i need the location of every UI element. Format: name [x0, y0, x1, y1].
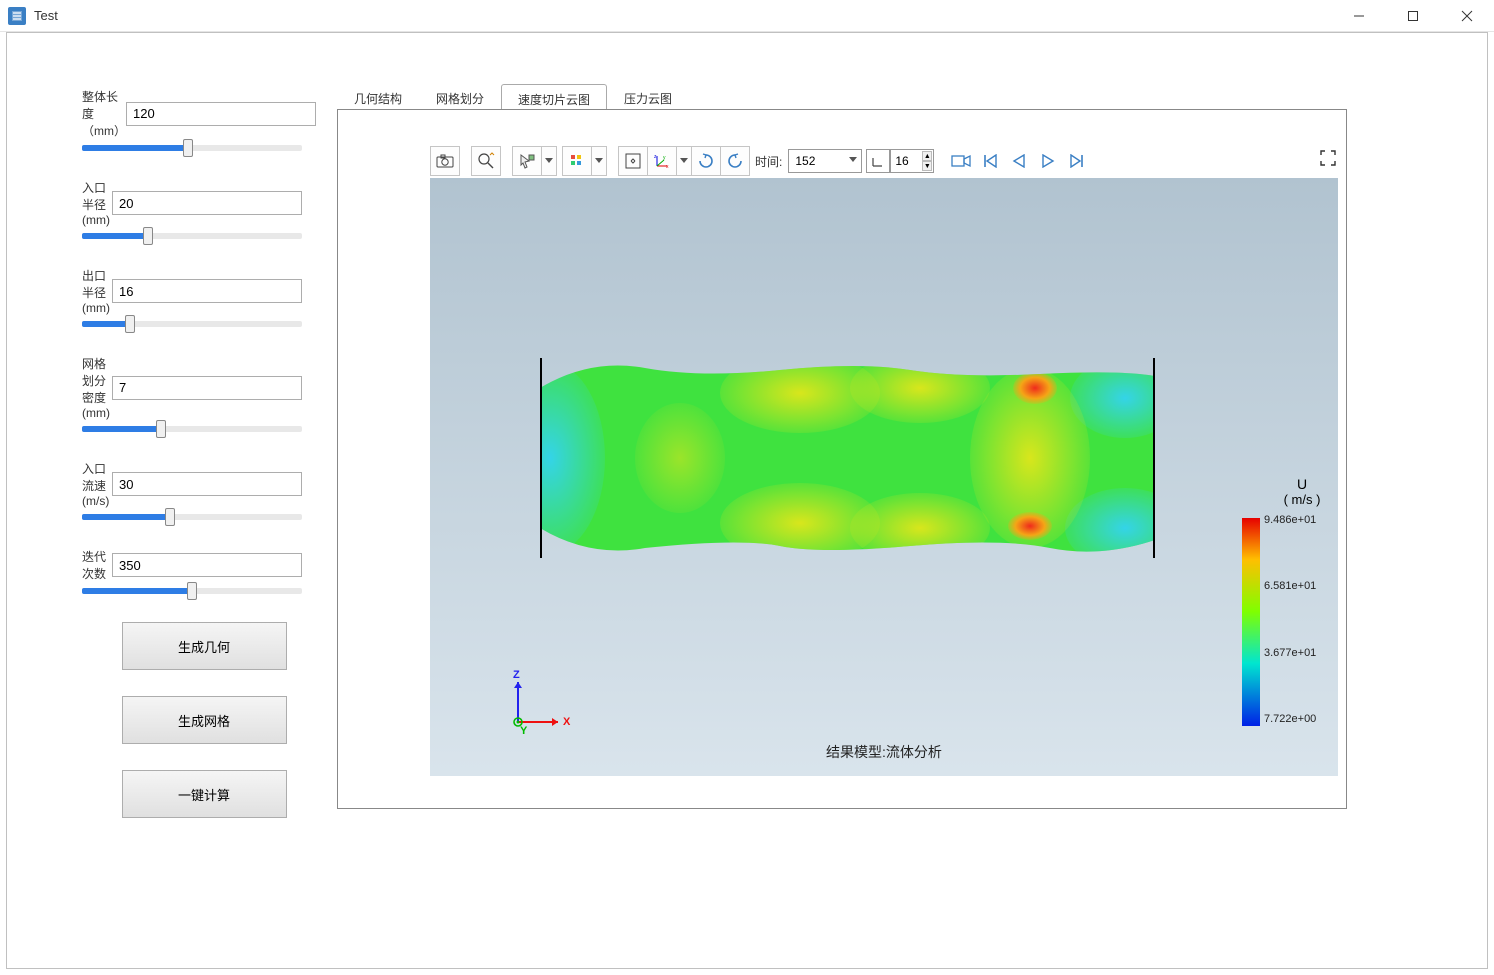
param-input[interactable] — [112, 191, 302, 215]
time-value: 152 — [795, 154, 815, 168]
param-input[interactable] — [112, 472, 302, 496]
slider[interactable] — [82, 588, 302, 594]
axis-triad: X Z Y — [506, 670, 566, 730]
time-select[interactable]: 152 — [788, 149, 862, 173]
window-title: Test — [34, 8, 58, 23]
close-button[interactable] — [1440, 0, 1494, 32]
viewport-toolbar: xzy 时间: 152 16 ▲▼ — [430, 146, 1091, 176]
axis-z-label: Z — [513, 670, 520, 681]
last-frame-icon[interactable] — [1062, 146, 1092, 176]
parameter-panel: 整体长度（mm） 入口半径(mm) 出口半径(mm) 网格划分密度(mm) — [82, 88, 302, 844]
prev-frame-icon[interactable] — [1004, 146, 1034, 176]
param-outlet-radius: 出口半径(mm) — [82, 267, 302, 327]
legend-tick: 9.486e+01 — [1264, 514, 1316, 526]
frame-value: 16 — [895, 154, 908, 168]
param-inlet-radius: 入口半径(mm) — [82, 179, 302, 239]
svg-text:x: x — [666, 164, 669, 169]
first-frame-icon[interactable] — [975, 146, 1005, 176]
rotate-ccw-icon[interactable] — [720, 146, 750, 176]
time-label: 时间: — [749, 153, 788, 170]
video-camera-icon[interactable] — [946, 146, 976, 176]
param-label: 整体长度（mm） — [82, 88, 126, 139]
param-input[interactable] — [126, 102, 316, 126]
slider[interactable] — [82, 426, 302, 432]
spin-up[interactable]: ▲ — [922, 151, 932, 161]
param-inlet-velocity: 入口流速(m/s) — [82, 460, 302, 520]
svg-text:y: y — [663, 155, 666, 161]
param-label: 出口半径(mm) — [82, 267, 112, 315]
contour-plot — [540, 358, 1155, 558]
param-label: 网格划分密度(mm) — [82, 355, 112, 420]
legend-title: U — [1242, 476, 1362, 492]
param-mesh-density: 网格划分密度(mm) — [82, 355, 302, 432]
param-input[interactable] — [112, 553, 302, 577]
param-overall-length: 整体长度（mm） — [82, 88, 302, 151]
param-input[interactable] — [112, 376, 302, 400]
slider[interactable] — [82, 514, 302, 520]
generate-geometry-button[interactable]: 生成几何 — [122, 622, 287, 670]
expand-icon[interactable] — [1318, 148, 1338, 168]
result-caption: 结果模型:流体分析 — [430, 742, 1338, 762]
maximize-button[interactable] — [1386, 0, 1440, 32]
spin-down[interactable]: ▼ — [922, 161, 932, 171]
zoom-icon[interactable] — [471, 146, 501, 176]
window-controls — [1332, 0, 1494, 32]
generate-mesh-button[interactable]: 生成网格 — [122, 696, 287, 744]
button-column: 生成几何 生成网格 一键计算 — [82, 622, 302, 818]
legend-tick: 6.581e+01 — [1264, 580, 1316, 592]
title-bar: Test — [0, 0, 1494, 32]
slider[interactable] — [82, 321, 302, 327]
viewport: xzy 时间: 152 16 ▲▼ — [337, 109, 1347, 809]
legend-bar — [1242, 518, 1260, 726]
app-icon — [8, 7, 26, 25]
render-area[interactable]: X Z Y U ( m/s ) 9 — [430, 178, 1338, 776]
legend-tick: 7.722e+00 — [1264, 713, 1316, 725]
play-icon[interactable] — [1033, 146, 1063, 176]
view-axis-dropdown[interactable]: xzy — [647, 146, 691, 176]
fit-view-icon[interactable] — [618, 146, 648, 176]
legend-unit: ( m/s ) — [1242, 492, 1362, 507]
angle-icon[interactable] — [866, 149, 890, 173]
axis-y-label: Y — [520, 725, 528, 737]
minimize-button[interactable] — [1332, 0, 1386, 32]
selection-dropdown[interactable] — [512, 146, 556, 176]
main-frame: 整体长度（mm） 入口半径(mm) 出口半径(mm) 网格划分密度(mm) — [6, 32, 1488, 969]
slider[interactable] — [82, 233, 302, 239]
camera-icon[interactable] — [430, 146, 460, 176]
legend-tick: 3.677e+01 — [1264, 647, 1316, 659]
color-legend: U ( m/s ) 9.486e+01 6.581e+01 3.677e+01 … — [1242, 476, 1362, 511]
param-iterations: 迭代次数 — [82, 548, 302, 594]
param-input[interactable] — [112, 279, 302, 303]
param-label: 迭代次数 — [82, 548, 112, 582]
param-label: 入口半径(mm) — [82, 179, 112, 227]
colormap-dropdown[interactable] — [562, 146, 606, 176]
param-label: 入口流速(m/s) — [82, 460, 112, 508]
frame-spinbox[interactable]: 16 ▲▼ — [890, 149, 934, 173]
rotate-cw-icon[interactable] — [691, 146, 721, 176]
calculate-button[interactable]: 一键计算 — [122, 770, 287, 818]
axis-x-label: X — [563, 716, 571, 728]
slider[interactable] — [82, 145, 302, 151]
